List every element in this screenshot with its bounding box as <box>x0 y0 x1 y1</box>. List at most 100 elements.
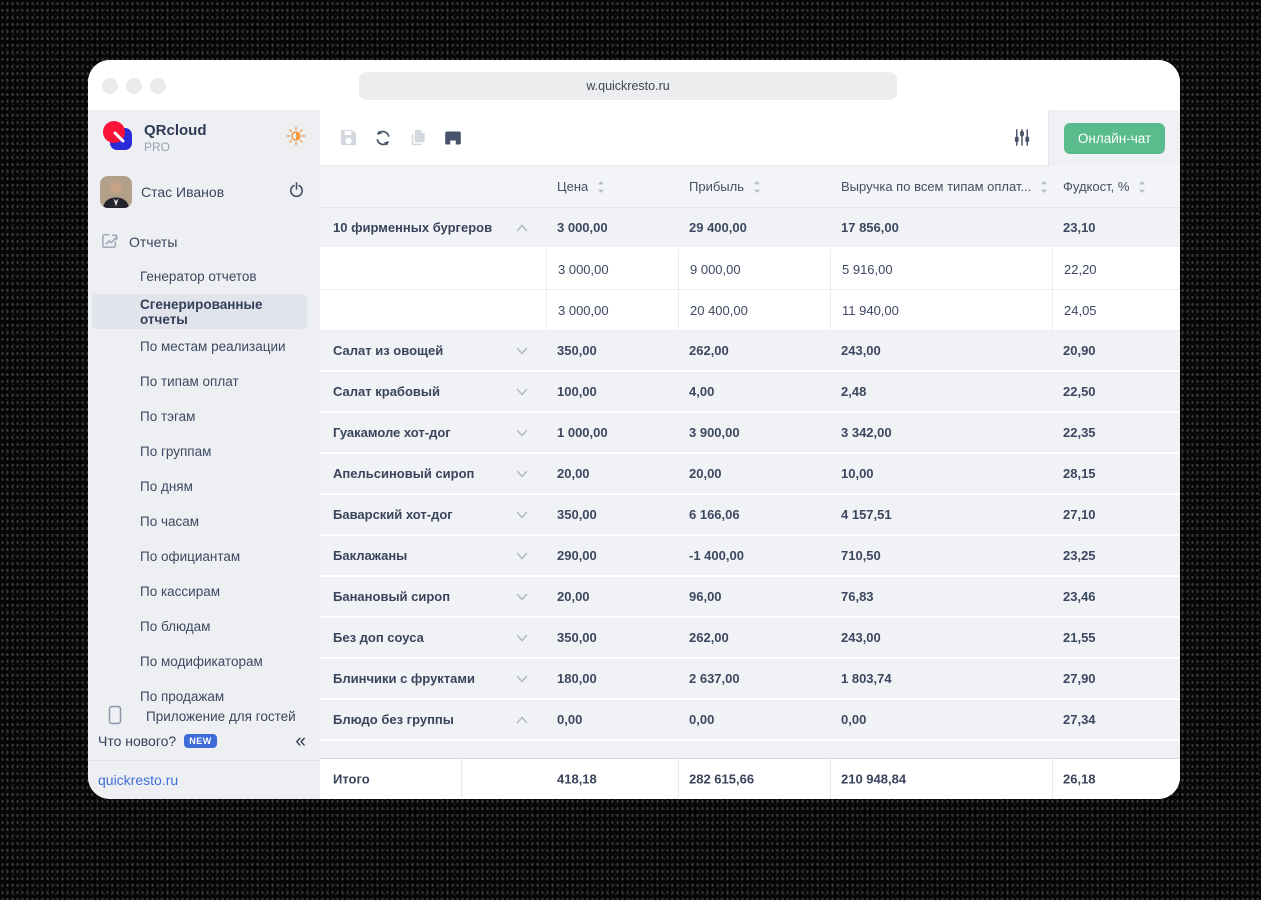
whats-new-link[interactable]: Что нового? <box>98 733 176 749</box>
dish-name-cell: Баварский хот-дог <box>320 495 546 534</box>
sort-icon[interactable] <box>1136 180 1148 194</box>
window-maximize-icon[interactable] <box>150 78 166 94</box>
column-header-2[interactable]: Прибыль <box>678 166 830 207</box>
guest-app-row[interactable]: Приложение для гостей <box>88 704 320 728</box>
profit-cell: 20 400,00 <box>678 290 830 330</box>
nav-section-label: Отчеты <box>129 234 177 250</box>
avatar <box>100 176 132 208</box>
table-row[interactable]: Салат из овощей350,00262,00243,0020,90 <box>320 331 1180 372</box>
sidebar-item-6[interactable]: По дням <box>88 469 320 504</box>
sidebar-item-4[interactable]: По тэгам <box>88 399 320 434</box>
logout-power-icon[interactable] <box>287 180 306 204</box>
foodcost-cell: 22,35 <box>1052 413 1180 452</box>
sidebar-item-0[interactable]: Генератор отчетов <box>88 259 320 294</box>
chevron-down-icon[interactable] <box>514 550 530 562</box>
table-row[interactable]: Блинчики с фруктами180,002 637,001 803,7… <box>320 659 1180 700</box>
revenue-cell: 17 856,00 <box>830 208 1052 247</box>
chevron-up-icon[interactable] <box>514 222 530 234</box>
chevron-down-icon[interactable] <box>514 591 530 603</box>
dish-name-cell: Салат из овощей <box>320 331 546 370</box>
sidebar-footer: Приложение для гостей Что нового? NEW « … <box>88 704 320 799</box>
theme-sun-icon[interactable] <box>286 126 306 151</box>
address-bar[interactable]: w.quickresto.ru <box>359 72 897 100</box>
revenue-cell: 1 803,74 <box>830 659 1052 698</box>
sidebar-item-9[interactable]: По кассирам <box>88 574 320 609</box>
dish-name-cell: Салат крабовый <box>320 372 546 411</box>
foodcost-cell: 22,50 <box>1052 372 1180 411</box>
column-header-3[interactable]: Выручка по всем типам оплат... <box>830 166 1052 207</box>
foodcost-cell: 23,10 <box>1052 208 1180 247</box>
dish-name-cell <box>320 249 546 289</box>
brand-row: QRcloud PRO <box>88 110 320 166</box>
price-cell: 350,00 <box>546 618 678 657</box>
chevron-down-icon[interactable] <box>514 345 530 357</box>
table-row[interactable]: Апельсиновый сироп20,0020,0010,0028,15 <box>320 454 1180 495</box>
collapse-sidebar-icon[interactable]: « <box>295 732 306 751</box>
nav-section-reports[interactable]: Отчеты <box>88 224 320 259</box>
sidebar-item-3[interactable]: По типам оплат <box>88 364 320 399</box>
chevron-up-icon[interactable] <box>514 714 530 726</box>
sidebar-item-1[interactable]: Сгенерированные отчеты <box>92 294 307 329</box>
sort-icon[interactable] <box>595 180 607 194</box>
dish-name-cell: Блинчики с фруктами <box>320 659 546 698</box>
column-header-4[interactable]: Фудкост, % <box>1052 166 1180 207</box>
column-header-1[interactable]: Цена <box>546 166 678 207</box>
profit-cell: 3 900,00 <box>678 413 830 452</box>
chevron-down-icon[interactable] <box>514 427 530 439</box>
chevron-down-icon[interactable] <box>514 509 530 521</box>
footer-foodcost-total: 26,18 <box>1063 772 1096 787</box>
sidebar-item-8[interactable]: По официантам <box>88 539 320 574</box>
revenue-cell: 0,00 <box>830 700 1052 739</box>
table-row[interactable]: 3 000,0020 400,0011 940,0024,05 <box>320 290 1180 331</box>
table-row[interactable]: Салат крабовый100,004,002,4822,50 <box>320 372 1180 413</box>
table-row[interactable]: Гуакамоле хот-дог1 000,003 900,003 342,0… <box>320 413 1180 454</box>
table-row[interactable]: Блюдо без группы0,000,000,0027,34 <box>320 700 1180 741</box>
copy-icon[interactable] <box>408 128 428 148</box>
table-row[interactable]: Баклажаны290,00-1 400,00710,5023,25 <box>320 536 1180 577</box>
price-cell: 20,00 <box>546 577 678 616</box>
dish-name: Без доп соуса <box>333 630 424 645</box>
table-row[interactable]: 10 фирменных бургеров3 000,0029 400,0017… <box>320 208 1180 249</box>
price-cell: 180,00 <box>546 659 678 698</box>
profit-cell: 20,00 <box>678 454 830 493</box>
price-cell: 1 000,00 <box>546 413 678 452</box>
sort-icon[interactable] <box>751 180 763 194</box>
save-icon[interactable] <box>338 128 358 148</box>
price-cell: 290,00 <box>546 536 678 575</box>
table-gap <box>320 741 1180 758</box>
chevron-down-icon[interactable] <box>514 386 530 398</box>
dish-name-cell: Банановый сироп <box>320 577 546 616</box>
online-chat-button[interactable]: Онлайн-чат <box>1064 123 1165 154</box>
profit-cell: 29 400,00 <box>678 208 830 247</box>
dish-name: Салат крабовый <box>333 384 440 399</box>
foodcost-cell: 20,90 <box>1052 331 1180 370</box>
sidebar-item-11[interactable]: По модификаторам <box>88 644 320 679</box>
refresh-icon[interactable] <box>373 128 393 148</box>
sidebar-item-10[interactable]: По блюдам <box>88 609 320 644</box>
price-cell: 100,00 <box>546 372 678 411</box>
chevron-down-icon[interactable] <box>514 468 530 480</box>
site-link[interactable]: quickresto.ru <box>98 772 178 788</box>
footer-price-total: 418,18 <box>557 772 597 787</box>
footer-revenue-total: 210 948,84 <box>841 772 906 787</box>
sidebar-item-2[interactable]: По местам реализации <box>88 329 320 364</box>
table-row[interactable]: 3 000,009 000,005 916,0022,20 <box>320 249 1180 290</box>
sidebar-item-5[interactable]: По группам <box>88 434 320 469</box>
dish-name: 10 фирменных бургеров <box>333 220 492 235</box>
table-row[interactable]: Баварский хот-дог350,006 166,064 157,512… <box>320 495 1180 536</box>
sliders-icon[interactable] <box>1012 128 1032 148</box>
reports-trend-icon <box>100 231 119 253</box>
table-footer: Итого 418,18 282 615,66 210 948,84 26,18 <box>320 758 1180 799</box>
window-close-icon[interactable] <box>102 78 118 94</box>
table-row[interactable]: Банановый сироп20,0096,0076,8323,46 <box>320 577 1180 618</box>
sidebar-item-7[interactable]: По часам <box>88 504 320 539</box>
table-row[interactable]: Без доп соуса350,00262,00243,0021,55 <box>320 618 1180 659</box>
user-row[interactable]: Стас Иванов <box>88 176 320 208</box>
foodcost-cell: 23,25 <box>1052 536 1180 575</box>
display-icon[interactable] <box>443 128 463 148</box>
sort-icon[interactable] <box>1038 180 1050 194</box>
chevron-down-icon[interactable] <box>514 673 530 685</box>
dish-name-cell: Блюдо без группы <box>320 700 546 739</box>
chevron-down-icon[interactable] <box>514 632 530 644</box>
window-minimize-icon[interactable] <box>126 78 142 94</box>
